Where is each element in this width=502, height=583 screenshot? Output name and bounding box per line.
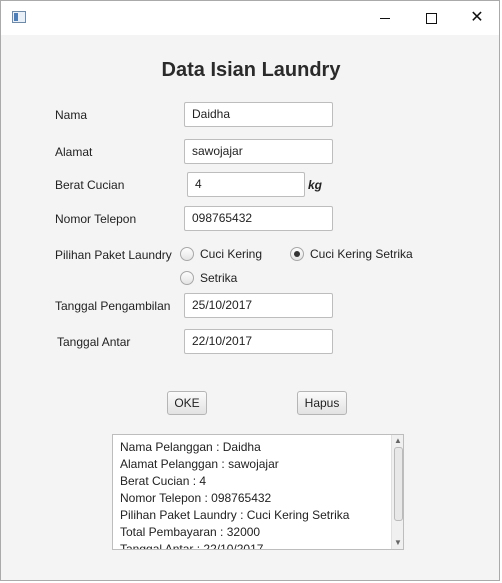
antar-label: Tanggal Antar xyxy=(57,335,131,349)
output-lines: Nama Pelanggan : Daidha Alamat Pelanggan… xyxy=(120,439,350,550)
radio-selected-icon xyxy=(290,247,304,261)
antar-field[interactable]: 22/10/2017 xyxy=(184,329,333,354)
app-window-icon xyxy=(12,11,26,23)
telepon-field[interactable]: 098765432 xyxy=(184,206,333,231)
scroll-up-icon[interactable]: ▲ xyxy=(392,435,403,447)
berat-label: Berat Cucian xyxy=(55,178,125,192)
output-line: Tanggal Antar : 22/10/2017 xyxy=(120,542,264,550)
radio-setrika[interactable]: Setrika xyxy=(180,271,237,285)
pengambilan-label: Tanggal Pengambilan xyxy=(55,299,171,313)
output-line: Nomor Telepon : 098765432 xyxy=(120,491,272,505)
berat-unit: kg xyxy=(308,178,323,192)
radio-cuci-kering-setrika[interactable]: Cuci Kering Setrika xyxy=(290,247,413,261)
radio-setrika-label: Setrika xyxy=(200,271,238,285)
output-line: Total Pembayaran : 32000 xyxy=(120,525,261,539)
alamat-field[interactable]: sawojajar xyxy=(184,139,333,164)
radio-cuci-kering[interactable]: Cuci Kering xyxy=(180,247,262,261)
scroll-down-icon[interactable]: ▼ xyxy=(392,537,403,549)
radio-circle-icon xyxy=(180,247,194,261)
form-panel: Data Isian Laundry Nama Daidha Alamat sa… xyxy=(5,35,497,578)
output-textarea[interactable]: Nama Pelanggan : Daidha Alamat Pelanggan… xyxy=(112,434,404,550)
output-line: Pilihan Paket Laundry : Cuci Kering Setr… xyxy=(120,508,350,522)
alamat-label: Alamat xyxy=(55,145,93,159)
output-line: Berat Cucian : 4 xyxy=(120,474,207,488)
berat-field[interactable]: 4 xyxy=(187,172,305,197)
scroll-thumb[interactable] xyxy=(394,447,403,521)
close-icon: ✕ xyxy=(470,9,484,26)
minimize-button[interactable] xyxy=(362,1,408,35)
pengambilan-field[interactable]: 25/10/2017 xyxy=(184,293,333,318)
oke-button[interactable]: OKE xyxy=(167,391,207,415)
minimize-icon xyxy=(380,17,390,19)
radio-cuci-kering-label: Cuci Kering xyxy=(200,247,263,261)
output-line: Alamat Pelanggan : sawojajar xyxy=(120,457,279,471)
vertical-scrollbar[interactable]: ▲ ▼ xyxy=(391,435,403,549)
nama-label: Nama xyxy=(55,108,88,122)
page-title: Data Isian Laundry xyxy=(161,59,341,81)
app-window: ✕ Data Isian Laundry Nama Daidha Alamat … xyxy=(0,0,500,581)
radio-circle-icon xyxy=(180,271,194,285)
maximize-button[interactable] xyxy=(408,1,454,35)
radio-cuci-kering-setrika-label: Cuci Kering Setrika xyxy=(310,247,413,261)
title-bar: ✕ xyxy=(1,1,499,35)
close-button[interactable]: ✕ xyxy=(454,1,500,35)
hapus-button[interactable]: Hapus xyxy=(297,391,347,415)
maximize-icon xyxy=(425,12,437,24)
telepon-label: Nomor Telepon xyxy=(55,212,137,226)
output-line: Nama Pelanggan : Daidha xyxy=(120,440,261,454)
nama-field[interactable]: Daidha xyxy=(184,102,333,127)
paket-label: Pilihan Paket Laundry xyxy=(55,248,172,262)
